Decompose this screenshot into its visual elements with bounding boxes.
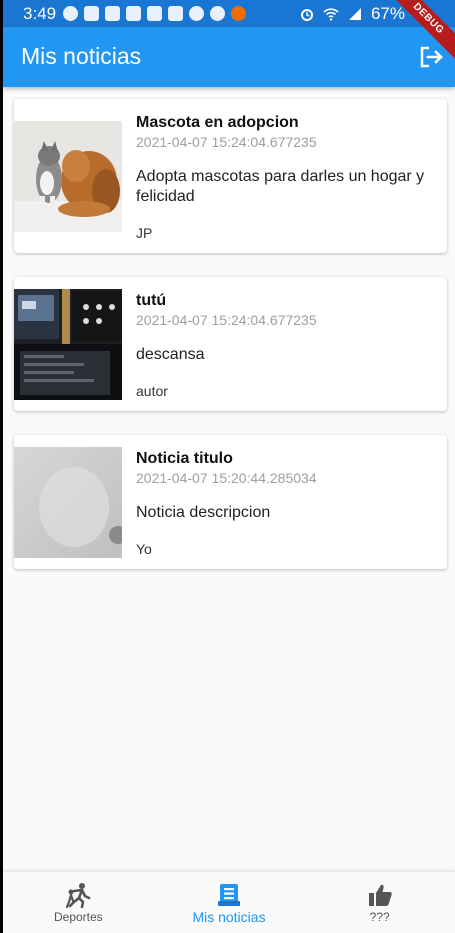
status-time: 3:49: [23, 4, 57, 23]
thumb-up-icon: [368, 884, 392, 906]
signal-icon: [348, 8, 361, 20]
news-description: Adopta mascotas para darles un hogar y f…: [136, 168, 425, 205]
app-screen: 3:49 67% DEBUG Mis noticias Mascota en a…: [3, 0, 455, 933]
news-title: Noticia titulo: [136, 450, 233, 467]
news-title: Mascota en adopcion: [136, 114, 299, 131]
office-icon: [147, 6, 162, 21]
news-card[interactable]: Mascota en adopcion 2021-04-07 15:24:04.…: [14, 99, 447, 253]
computer-desk-photo: [14, 289, 122, 400]
message-icon: [84, 6, 99, 21]
news-author: Yo: [136, 541, 152, 557]
wifi-icon: [323, 8, 339, 21]
app-bar: Mis noticias: [3, 27, 455, 87]
newspaper-icon: [218, 884, 240, 906]
news-date: 2021-04-07 15:24:04.677235: [136, 312, 317, 328]
news-card[interactable]: tutú 2021-04-07 15:24:04.677235 descansa…: [14, 277, 447, 411]
alarm-icon: [300, 9, 313, 21]
nav-item-unknown[interactable]: ???: [304, 872, 455, 933]
bottom-navigation: Deportes Mis noticias ???: [3, 871, 455, 933]
nav-item-deportes[interactable]: Deportes: [3, 872, 154, 933]
drop-icon: [126, 6, 141, 21]
page-title: Mis noticias: [21, 43, 142, 69]
whatsapp-icon: [63, 6, 78, 21]
news-author: autor: [136, 383, 168, 399]
news-list: Mascota en adopcion 2021-04-07 15:24:04.…: [14, 99, 447, 593]
news-description: Noticia descripcion: [136, 504, 271, 521]
news-title: tutú: [136, 292, 167, 309]
app-notification-icon: [105, 6, 120, 21]
news-author: JP: [136, 225, 153, 241]
logout-icon[interactable]: [417, 43, 445, 71]
minus-circle-icon: [189, 6, 204, 21]
nav-label: Mis noticias: [192, 909, 266, 925]
news-date: 2021-04-07 15:20:44.285034: [136, 470, 317, 486]
nav-label: Deportes: [53, 910, 103, 924]
nav-label: ???: [369, 910, 390, 924]
news-card[interactable]: Noticia titulo 2021-04-07 15:20:44.28503…: [14, 435, 447, 569]
battery-percentage: 67%: [370, 4, 405, 23]
notification-icons: [63, 6, 246, 21]
shazam-icon: [210, 6, 225, 21]
office-icon-2: [168, 6, 183, 21]
news-description: descansa: [136, 346, 205, 363]
news-date: 2021-04-07 15:24:04.677235: [136, 134, 317, 150]
nav-item-mis-noticias[interactable]: Mis noticias: [154, 872, 305, 933]
status-bar: 3:49 67% DEBUG: [3, 0, 455, 65]
dog-and-cat-photo: [14, 121, 122, 232]
app-badge-icon: [231, 6, 246, 21]
white-wall-photo: [14, 447, 122, 558]
system-icons: 67%: [299, 4, 405, 24]
sports-icon: [66, 883, 91, 908]
